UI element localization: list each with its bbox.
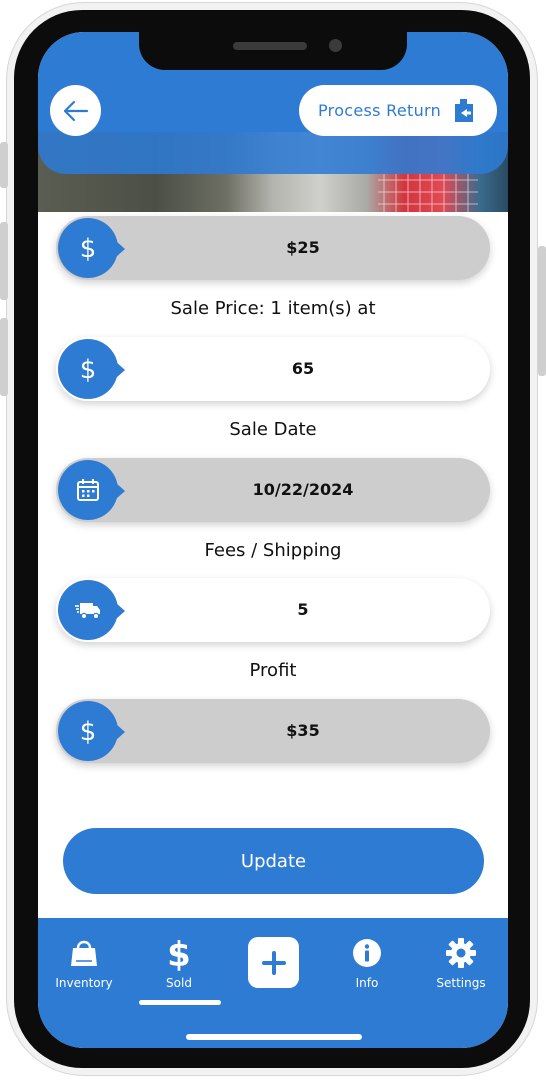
return-box-icon <box>455 99 473 122</box>
cost-field[interactable]: $ $25 <box>56 216 490 280</box>
dollar-icon: $ <box>58 218 125 278</box>
notch <box>139 32 407 70</box>
back-button[interactable] <box>50 85 101 136</box>
side-button-mid <box>0 222 8 300</box>
sale-date-value: 10/22/2024 <box>252 480 354 499</box>
speaker <box>233 42 307 50</box>
nav-active-indicator <box>139 1000 221 1005</box>
dollar-icon: $ <box>58 701 125 761</box>
nav-label-sold: Sold <box>166 976 192 990</box>
sale-price-label: Sale Price: 1 item(s) at <box>170 298 376 319</box>
truck-icon <box>58 580 125 640</box>
shopping-bag-icon <box>68 936 100 970</box>
side-button-top <box>0 142 8 188</box>
svg-text:$: $ <box>80 355 97 385</box>
profit-field: $ $35 <box>56 699 490 763</box>
bottom-nav: Inventory $ Sold Info Settings <box>38 918 508 1048</box>
sale-price-field[interactable]: $ 65 <box>56 337 490 401</box>
nav-item-info[interactable]: Info <box>327 918 407 1008</box>
profit-label: Profit <box>249 660 297 681</box>
nav-label-inventory: Inventory <box>55 976 113 990</box>
side-button-right <box>538 246 546 376</box>
app-screen: Process Return $ $25 Sale Price: 1 item(… <box>38 32 508 1048</box>
nav-label-info: Info <box>355 976 379 990</box>
gear-icon <box>445 936 477 970</box>
sale-date-field[interactable]: 10/22/2024 <box>56 458 490 522</box>
plus-icon <box>261 950 286 975</box>
add-item-button[interactable] <box>248 937 299 988</box>
profit-value: $35 <box>286 721 320 740</box>
process-return-button[interactable]: Process Return <box>299 85 497 136</box>
item-photo-detail <box>378 174 478 212</box>
side-button-low <box>0 318 8 396</box>
fees-shipping-label: Fees / Shipping <box>204 540 342 561</box>
sale-price-value: 65 <box>291 359 315 378</box>
sale-date-label: Sale Date <box>229 419 317 440</box>
sale-details-panel: $ $25 Sale Price: 1 item(s) at $ 65 Sale… <box>38 212 508 918</box>
fees-shipping-field[interactable]: 5 <box>56 578 490 642</box>
front-camera <box>329 39 342 52</box>
dollar-icon: $ <box>163 935 195 972</box>
nav-item-inventory[interactable]: Inventory <box>44 918 124 1008</box>
update-button[interactable]: Update <box>63 828 484 894</box>
nav-item-sold[interactable]: $ Sold <box>139 918 219 1008</box>
fees-shipping-value: 5 <box>297 600 309 619</box>
calendar-icon <box>58 460 125 520</box>
dollar-icon: $ <box>58 339 125 399</box>
arrow-left-icon <box>63 100 88 121</box>
cost-value: $25 <box>286 238 320 257</box>
svg-text:$: $ <box>80 234 97 264</box>
home-indicator[interactable] <box>186 1034 362 1040</box>
svg-text:$: $ <box>80 717 97 747</box>
info-icon <box>351 936 383 970</box>
svg-text:$: $ <box>167 935 191 972</box>
nav-item-settings[interactable]: Settings <box>421 918 501 1008</box>
process-return-label: Process Return <box>318 101 442 120</box>
nav-label-settings: Settings <box>436 976 486 990</box>
header-overlay <box>38 132 508 174</box>
